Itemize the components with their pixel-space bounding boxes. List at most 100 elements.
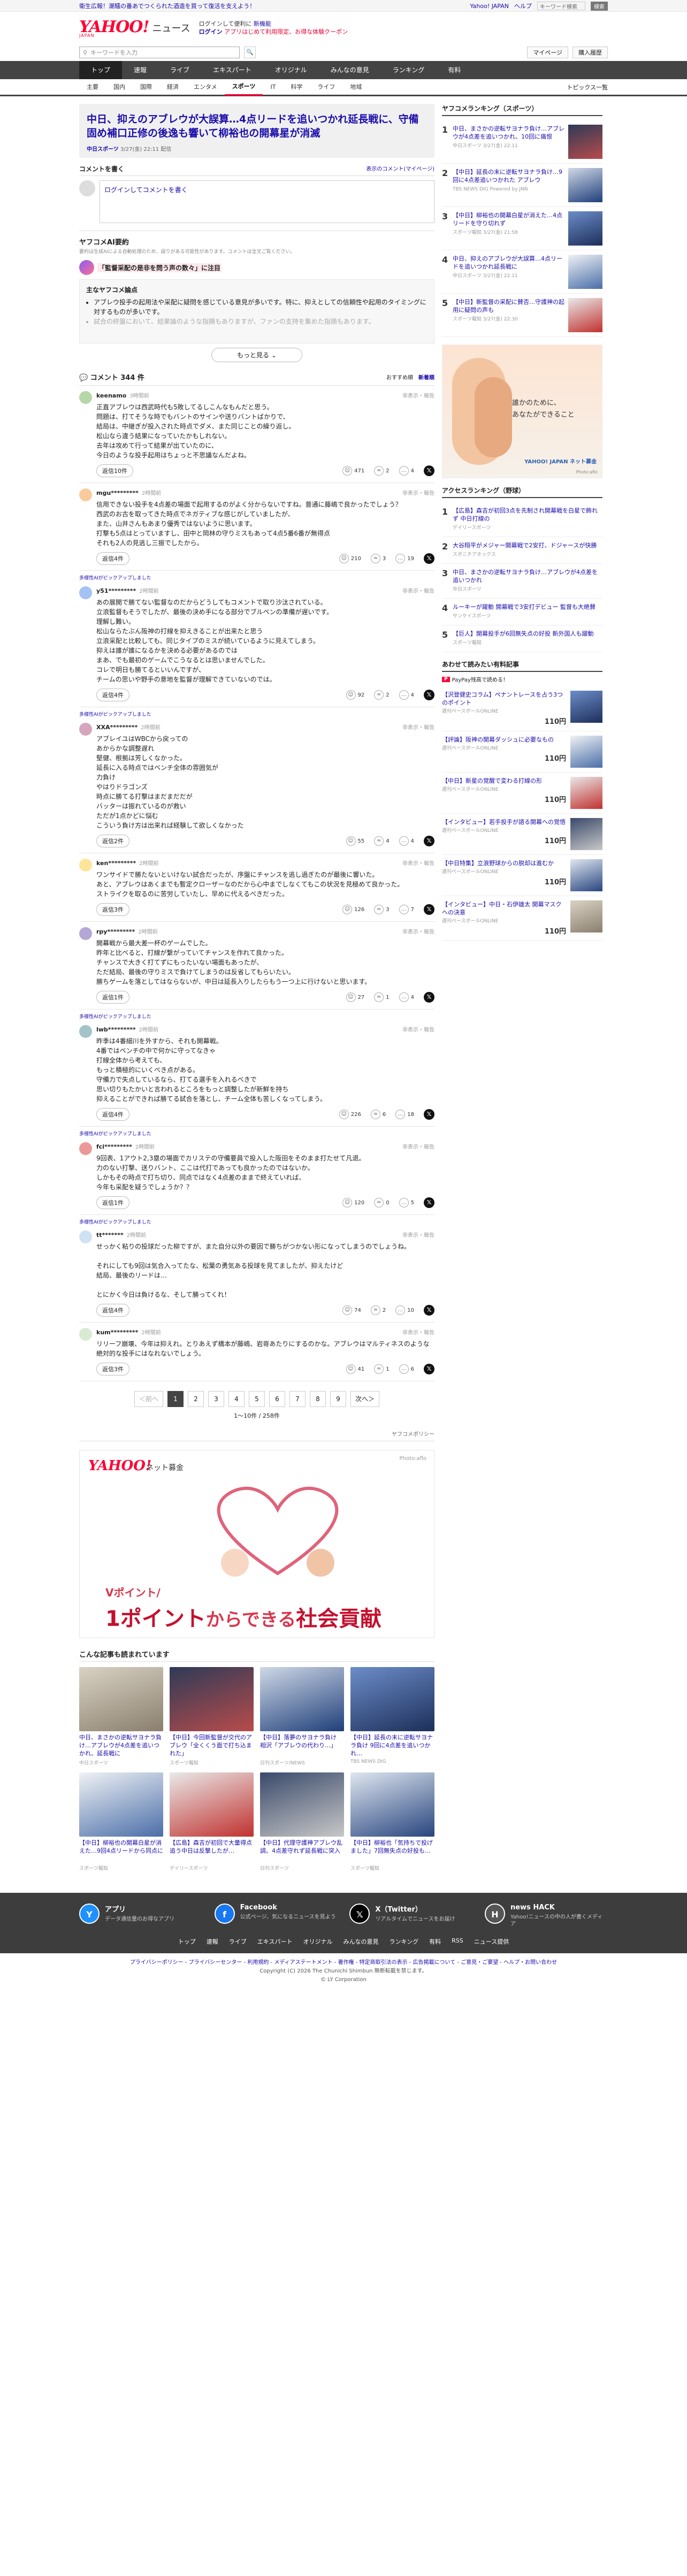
like-reaction[interactable]: ☺ 120 [342,1198,364,1207]
hmm-reaction[interactable]: … 18 [395,1110,414,1119]
main-nav-item[interactable]: トップ [79,61,123,79]
new-feature-link[interactable]: 新機能 [254,20,271,27]
paid-article[interactable]: 【インタビュー】若手投手が語る開幕への覚悟 週刊ベースボールONLINE 110円 [442,814,602,855]
x-share-icon[interactable]: 𝕏 [424,553,434,564]
comment-user[interactable]: mgu********* [96,490,139,496]
report-link[interactable]: 非表示・報告 [402,488,434,496]
agree-reaction[interactable]: ≈0 [374,1198,390,1207]
prev-page-button[interactable]: ＜前へ [134,1391,163,1407]
mini-search-input[interactable]: キーワード検索 [537,2,585,10]
recommended-headline[interactable]: 【中日】延長の末に逆転サヨナラ負け 9回に4点差を追いつかれ… [350,1733,434,1758]
footer-link[interactable]: 速報 [207,1937,218,1946]
paid-headline[interactable]: 【インタビュー】中日・石伊雄太 開幕マスクへの決意 [442,901,562,916]
ranking-headline[interactable]: 中日、まさかの逆転サヨナラ負け…アブレウが4点差を追いつかれ [453,569,598,584]
report-link[interactable]: 非表示・報告 [402,391,434,399]
x-share-icon[interactable]: 𝕏 [424,992,434,1003]
report-link[interactable]: 非表示・報告 [402,723,434,731]
ranking-item[interactable]: 2 大谷翔平がメジャー開幕戦で2安打、ドジャースが快勝 スポニチアネックス [442,537,602,564]
comment-user[interactable]: kum********* [96,1329,138,1336]
reply-button[interactable]: 返信1件 [96,991,129,1004]
comment-user[interactable]: fci********* [96,1143,132,1150]
like-reaction[interactable]: ☺ 27 [346,992,364,1002]
ranking-headline[interactable]: 中日、まさかの逆転サヨナラ負け…アブレウが4点差を追いつかれ、10回に痛恨 [453,125,564,140]
page-number[interactable]: 8 [310,1391,326,1407]
side-fund-ad[interactable]: 誰かのために、 あなたができること YAHOO! JAPAN ネット募金 Phot… [442,345,602,478]
like-reaction[interactable]: ☺ 41 [346,1364,364,1374]
footer-link[interactable]: オリジナル [303,1937,332,1946]
like-reaction[interactable]: ☺ 210 [339,554,361,563]
like-reaction[interactable]: ☺ 55 [346,836,364,846]
page-number[interactable]: 6 [269,1391,285,1407]
report-link[interactable]: 非表示・報告 [402,859,434,867]
sub-nav-item[interactable]: 国内 [106,79,133,95]
like-reaction[interactable]: ☺ 126 [342,905,364,914]
agree-reaction[interactable]: ≈4 [374,836,390,846]
fund-banner-ad[interactable]: YAHOO! ネット募金 Photo:aflo Vポイント/ 1ポイントからでき… [79,1450,434,1638]
recommended-card[interactable]: 【広島】森吉が初回で大量得点 追う中日は反撃したが… デイリースポーツ [170,1772,254,1871]
history-button[interactable]: 購入履歴 [572,47,608,58]
recommended-card[interactable]: 【中日】柳裕也「気持ちで投げました」7回無失点の好投も… スポーツ報知 [350,1772,434,1871]
footer-link[interactable]: RSS [452,1937,463,1946]
reply-button[interactable]: 返信4件 [96,1108,129,1121]
promo-link[interactable]: 衛生広報！潮騒の番あでつくられた酒造を買って復活を支えよう！ [79,2,255,10]
agree-reaction[interactable]: ≈2 [374,466,390,476]
paid-article[interactable]: 【評論】阪神の開幕ダッシュに必要なもの 週刊ベースボールONLINE 110円 [442,731,602,773]
main-nav-item[interactable]: 速報 [122,61,158,79]
article-title[interactable]: 中日、抑えのアブレウが大誤算…4点リードを追いつかれ延長戦に、守備固め補口正修の… [87,112,427,140]
page-number[interactable]: 3 [208,1391,224,1407]
report-link[interactable]: 非表示・報告 [402,1230,434,1239]
comment-user[interactable]: y51********* [96,587,136,594]
reply-button[interactable]: 返信2件 [96,835,129,847]
main-nav-item[interactable]: 有料 [436,61,472,79]
hmm-reaction[interactable]: … 4 [399,836,414,846]
hmm-reaction[interactable]: … 19 [395,554,414,563]
like-reaction[interactable]: ☺ 226 [339,1110,361,1119]
ranking-item[interactable]: 3 【中日】柳裕也の開幕白星が消えた…4点リードを守り切れず スポーツ報知 3/27… [442,207,602,250]
report-link[interactable]: 非表示・報告 [402,586,434,594]
coupon-text[interactable]: アプリはじめて利用限定、お得な体験クーポン [224,28,348,35]
reply-button[interactable]: 返信4件 [96,1304,129,1317]
agree-reaction[interactable]: ≈6 [370,1110,386,1119]
paid-article[interactable]: 【中日特集】立浪野球からの脱却は進むか 週刊ベースボールONLINE 110円 [442,855,602,896]
login-link[interactable]: ログイン [199,28,223,35]
footer-link[interactable]: ライブ [229,1937,247,1946]
comment-user[interactable]: XXA********* [96,724,138,731]
recommended-headline[interactable]: 【中日】柳裕也「気持ちで投げました」7回無失点の好投も… [350,1839,434,1863]
ranking-headline[interactable]: 大谷翔平がメジャー開幕戦で2安打、ドジャースが快勝 [453,542,597,549]
report-link[interactable]: 非表示・報告 [402,1025,434,1033]
main-nav-item[interactable]: みんなの意見 [319,61,381,79]
paid-article[interactable]: 【中日】新星の覚醒で変わる打線の形 週刊ベースボールONLINE 110円 [442,773,602,814]
search-input[interactable]: ⚲ キーワードを入力 [79,47,240,58]
recommended-card[interactable]: 【中日】延長の末に逆転サヨナラ負け 9回に4点差を追いつかれ… TBS NEWS … [350,1667,434,1766]
recommended-headline[interactable]: 【中日】今回新監督が交代のアブレウ「全くくう面で打ち込まれた」 [170,1733,254,1758]
comment-policy-link[interactable]: ヤフコメポリシー [79,1430,434,1441]
ranking-item[interactable]: 3 中日、まさかの逆転サヨナラ負け…アブレウが4点差を追いつかれ 中日スポーツ [442,564,602,599]
x-share-icon[interactable]: 𝕏 [424,1109,434,1120]
main-nav-item[interactable]: ライブ [158,61,201,79]
page-number[interactable]: 1 [167,1391,184,1407]
sub-nav-item[interactable]: ライフ [310,79,342,95]
sub-nav-item[interactable]: 国際 [133,79,159,95]
footer-col[interactable]: f Facebook 公式ページ、気になるニュースを見よう [214,1904,338,1928]
x-share-icon[interactable]: 𝕏 [424,904,434,915]
show-more-button[interactable]: もっと見る ⌄ [211,348,302,362]
main-nav-item[interactable]: エキスパート [201,61,263,79]
sub-nav-item[interactable]: 科学 [283,79,310,95]
reply-button[interactable]: 返信10件 [96,464,133,477]
footer-col[interactable]: Y アプリ データ通信量のお得なアプリ [79,1904,202,1928]
topics-link[interactable]: トピックス一覧 [567,83,608,91]
hmm-reaction[interactable]: … 4 [399,992,414,1002]
next-page-button[interactable]: 次へ＞ [350,1391,380,1407]
ranking-headline[interactable]: ルーキーが躍動 開幕戦で3安打デビュー 監督も大絶賛 [453,603,596,610]
recommended-headline[interactable]: 【広島】森吉が初回で大量得点 追う中日は反撃したが… [170,1839,254,1863]
footer-link[interactable]: ニュース提供 [474,1937,509,1946]
main-nav-item[interactable]: ランキング [381,61,437,79]
comment-user[interactable]: lwb********* [96,1026,136,1033]
report-link[interactable]: 非表示・報告 [402,927,434,935]
agree-reaction[interactable]: ≈3 [370,554,386,563]
footer-policy-links[interactable]: プライバシーポリシー - プライバシーセンター - 利用規約 - メディアステー… [0,1959,687,1967]
paid-headline[interactable]: 【中日】新星の覚醒で変わる打線の形 [442,777,542,784]
hmm-reaction[interactable]: … 6 [399,1364,414,1374]
recommended-headline[interactable]: 【中日】落夢のサヨナラ負け 相沢「アブレウの代わり…」 [260,1733,344,1758]
my-comments-link[interactable]: 表示のコメント(マイページ) [366,164,434,173]
